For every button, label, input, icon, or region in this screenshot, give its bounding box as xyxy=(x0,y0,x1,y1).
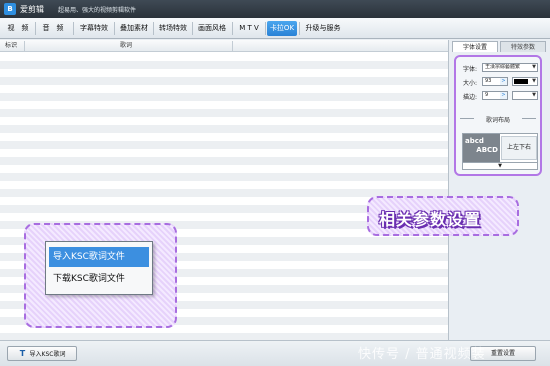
main-menu-bar: 视 频 音 频 字幕特效 叠加素材 转场特效 画面风格 M T V 卡拉OK 升… xyxy=(0,18,550,39)
stroke-value: 9 xyxy=(485,92,489,98)
layout-sample: abcd ABCD xyxy=(463,134,500,162)
import-ksc-button[interactable]: T 导入KSC歌词 xyxy=(7,346,77,361)
params-callout: 相关参数设置 xyxy=(367,196,519,236)
menu-karaoke[interactable]: 卡拉OK xyxy=(267,21,297,36)
settings-panel: 字体设置 特效参数 字体: 王漢宗綜藝體繁 ▼ 大小: 93 > ▼ 描边: 9… xyxy=(450,40,550,340)
size-stepper[interactable]: 93 > xyxy=(482,77,508,86)
font-settings-box: 字体: 王漢宗綜藝體繁 ▼ 大小: 93 > ▼ 描边: 9 > ▼ 歌词布局 … xyxy=(454,55,542,176)
menu-divider xyxy=(299,22,300,35)
params-callout-text: 相关参数设置 xyxy=(379,210,482,229)
column-header-mark[interactable]: 标识 xyxy=(5,40,17,52)
menu-transitions[interactable]: 转场特效 xyxy=(155,21,191,36)
tab-effect-params[interactable]: 特效参数 xyxy=(500,41,546,52)
settings-tabs: 字体设置 特效参数 xyxy=(450,40,550,52)
menu-subtitle-effects[interactable]: 字幕特效 xyxy=(76,21,112,36)
chevron-down-icon: ▼ xyxy=(532,78,536,84)
import-ksc-label: 导入KSC歌词 xyxy=(29,351,66,358)
font-select[interactable]: 王漢宗綜藝體繁 ▼ xyxy=(482,63,538,72)
menu-divider xyxy=(265,22,266,35)
menu-picture-style[interactable]: 画面风格 xyxy=(194,21,230,36)
watermark: 快传号 / 普通视频装 xyxy=(358,347,486,362)
menu-item-download-ksc[interactable]: 下载KSC歌词文件 xyxy=(49,269,149,289)
context-menu-callout: 导入KSC歌词文件 下载KSC歌词文件 xyxy=(24,223,177,328)
app-slogan: 超易用、强大的视频剪辑软件 xyxy=(58,7,137,14)
layout-mode-option[interactable]: 上左下右 xyxy=(501,136,537,160)
column-divider xyxy=(24,41,25,51)
list-header: 标识 歌词 xyxy=(0,40,448,52)
menu-divider xyxy=(192,22,193,35)
menu-divider xyxy=(35,22,36,35)
menu-item-import-ksc[interactable]: 导入KSC歌词文件 xyxy=(49,247,149,267)
lyric-layout-title: 歌词布局 xyxy=(456,115,540,124)
chevron-down-icon: ▼ xyxy=(532,92,536,98)
font-select-value: 王漢宗綜藝體繁 xyxy=(485,64,521,70)
title-bar: B 爱剪辑 超易用、强大的视频剪辑软件 xyxy=(0,0,550,18)
menu-upgrade-service[interactable]: 升级与服务 xyxy=(301,21,345,36)
size-label: 大小: xyxy=(463,80,478,87)
stroke-stepper[interactable]: 9 > xyxy=(482,91,508,100)
column-header-lyric[interactable]: 歌词 xyxy=(120,40,132,52)
app-name: 爱剪辑 xyxy=(20,5,44,14)
menu-mtv[interactable]: M T V xyxy=(234,21,264,36)
color-swatch xyxy=(514,79,528,84)
tab-font-settings[interactable]: 字体设置 xyxy=(452,41,498,52)
context-menu: 导入KSC歌词文件 下载KSC歌词文件 xyxy=(45,241,153,295)
sample-line2: ABCD xyxy=(476,146,498,154)
lyric-layout-preview[interactable]: abcd ABCD 上左下右 xyxy=(462,133,538,163)
size-value: 93 xyxy=(485,78,492,84)
spin-arrow-icon[interactable]: > xyxy=(500,92,507,99)
chevron-down-icon: ▼ xyxy=(532,64,536,70)
spin-arrow-icon[interactable]: > xyxy=(500,78,507,85)
menu-divider xyxy=(153,22,154,35)
font-color-picker[interactable]: ▼ xyxy=(512,77,538,86)
menu-video[interactable]: 视 频 xyxy=(4,21,32,36)
text-icon: T xyxy=(19,349,26,358)
app-logo-icon: B xyxy=(4,3,16,15)
stroke-color-picker[interactable]: ▼ xyxy=(512,91,538,100)
menu-overlay[interactable]: 叠加素材 xyxy=(116,21,152,36)
menu-divider xyxy=(73,22,74,35)
font-label: 字体: xyxy=(463,66,478,73)
layout-more-button[interactable]: ▼ xyxy=(462,163,538,170)
column-divider xyxy=(232,41,233,51)
menu-audio[interactable]: 音 频 xyxy=(39,21,67,36)
sample-line1: abcd xyxy=(465,137,484,145)
stroke-label: 描边: xyxy=(463,94,478,101)
menu-divider xyxy=(232,22,233,35)
menu-divider xyxy=(114,22,115,35)
